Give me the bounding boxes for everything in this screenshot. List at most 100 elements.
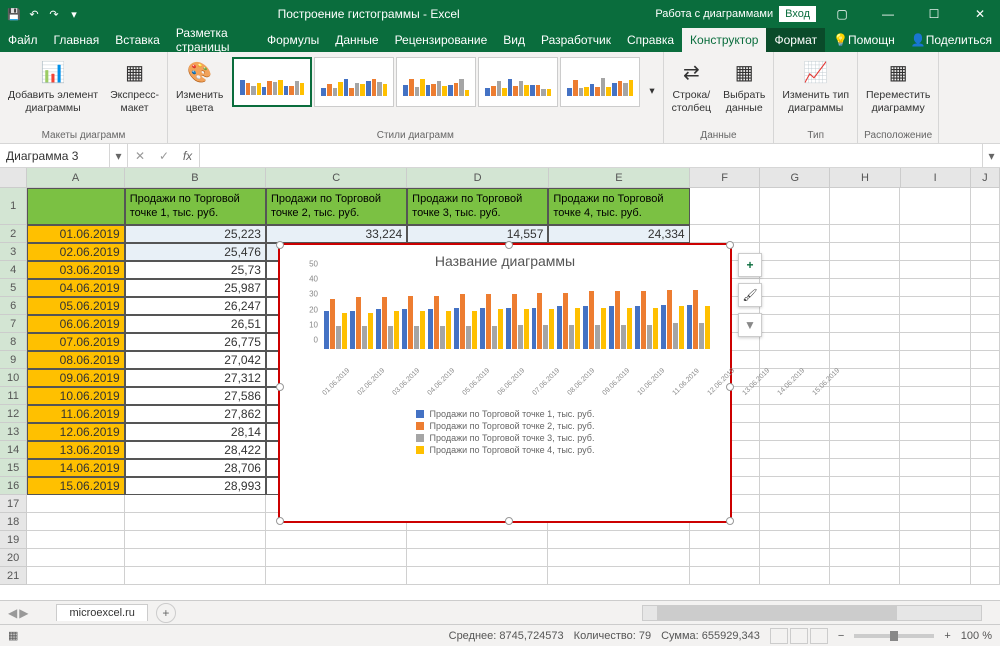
formula-expand-icon[interactable]: ▾ [982,144,1000,167]
sheet-nav-next-icon[interactable]: ▶ [19,606,28,620]
chart-style-thumbnail[interactable] [560,57,640,107]
cancel-formula-icon[interactable]: ✕ [128,144,152,167]
cell[interactable]: 10.06.2019 [27,387,124,405]
cell[interactable]: 27,586 [125,387,266,405]
row-header[interactable]: 13 [0,423,27,441]
row-header[interactable]: 11 [0,387,27,405]
row-header[interactable]: 1 [0,188,27,225]
column-header[interactable]: C [266,168,407,187]
qat-dropdown-icon[interactable]: ▾ [66,6,82,22]
chart-style-thumbnail[interactable] [396,57,476,107]
row-header[interactable]: 5 [0,279,27,297]
cell[interactable]: 02.06.2019 [27,243,124,261]
view-normal-button[interactable] [770,628,788,644]
row-header[interactable]: 20 [0,549,27,567]
chart-style-thumbnail[interactable] [232,57,312,107]
view-page-button[interactable] [790,628,808,644]
tab-file[interactable]: Файл [0,28,46,52]
tab-design[interactable]: Конструктор [682,28,766,52]
enter-formula-icon[interactable]: ✓ [152,144,176,167]
cell[interactable]: 25,223 [125,225,266,243]
cell[interactable]: 14.06.2019 [27,459,124,477]
ribbon-options-icon[interactable]: ▢ [822,0,862,28]
column-header[interactable]: B [125,168,266,187]
chart-filters-button[interactable]: ▼ [738,313,762,337]
row-header[interactable]: 3 [0,243,27,261]
cell[interactable]: 28,422 [125,441,266,459]
cell[interactable]: 03.06.2019 [27,261,124,279]
change-colors-button[interactable]: 🎨Изменить цвета [172,55,227,116]
sheet-tab[interactable]: microexcel.ru [56,604,147,621]
switch-row-column-button[interactable]: ⇄Строка/ столбец [668,55,715,116]
cell[interactable]: 24,334 [548,225,689,243]
cell[interactable]: 11.06.2019 [27,405,124,423]
cell[interactable]: 01.06.2019 [27,225,124,243]
chart-style-thumbnail[interactable] [314,57,394,107]
change-chart-type-button[interactable]: 📈Изменить тип диаграммы [778,55,853,116]
share-button[interactable]: 👤 Поделиться [903,28,1000,52]
namebox-dropdown-icon[interactable]: ▾ [110,144,128,167]
cell[interactable]: 07.06.2019 [27,333,124,351]
cell[interactable]: 13.06.2019 [27,441,124,459]
row-header[interactable]: 14 [0,441,27,459]
chart-title[interactable]: Название диаграммы [280,245,730,273]
macro-record-icon[interactable]: ▦ [8,629,18,642]
chart-elements-button[interactable]: + [738,253,762,277]
tab-data[interactable]: Данные [327,28,386,52]
cell[interactable]: 15.06.2019 [27,477,124,495]
embedded-chart[interactable]: + 🖌 ▼ Название диаграммы 01020304050 01.… [278,243,732,523]
redo-icon[interactable]: ↷ [46,6,62,22]
row-header[interactable]: 12 [0,405,27,423]
cell[interactable]: 25,476 [125,243,266,261]
quick-layout-button[interactable]: ▦Экспресс- макет [106,55,163,116]
cell[interactable]: 25,73 [125,261,266,279]
cell[interactable]: 06.06.2019 [27,315,124,333]
cell[interactable]: Продажи по Торговой точке 1, тыс. руб. [125,188,266,225]
cell[interactable]: 28,706 [125,459,266,477]
tab-format[interactable]: Формат [766,28,825,52]
tab-layout[interactable]: Разметка страницы [168,28,259,52]
tab-review[interactable]: Рецензирование [387,28,496,52]
row-header[interactable]: 10 [0,369,27,387]
cell[interactable]: 27,312 [125,369,266,387]
cell[interactable]: 08.06.2019 [27,351,124,369]
row-header[interactable]: 19 [0,531,27,549]
sheet-nav-prev-icon[interactable]: ◀ [8,606,17,620]
cell[interactable]: 05.06.2019 [27,297,124,315]
worksheet-grid[interactable]: ABCDEFGHIJ 1Продажи по Торговой точке 1,… [0,168,1000,600]
tab-help[interactable]: Справка [619,28,682,52]
add-sheet-button[interactable]: + [156,603,176,623]
tab-formulas[interactable]: Формулы [259,28,327,52]
cell[interactable]: 26,51 [125,315,266,333]
row-header[interactable]: 8 [0,333,27,351]
row-header[interactable]: 2 [0,225,27,243]
column-header[interactable]: D [407,168,548,187]
undo-icon[interactable]: ↶ [26,6,42,22]
cell[interactable]: 28,14 [125,423,266,441]
cell[interactable]: Продажи по Торговой точке 4, тыс. руб. [548,188,689,225]
zoom-out-button[interactable]: − [838,630,844,642]
cell[interactable]: Продажи по Торговой точке 2, тыс. руб. [266,188,407,225]
maximize-icon[interactable]: ☐ [914,0,954,28]
zoom-in-button[interactable]: + [944,630,950,642]
cell[interactable]: 27,042 [125,351,266,369]
cell[interactable]: 26,247 [125,297,266,315]
tab-developer[interactable]: Разработчик [533,28,619,52]
minimize-icon[interactable]: — [868,0,908,28]
horizontal-scrollbar[interactable] [642,605,982,621]
column-header[interactable]: I [901,168,971,187]
formula-input[interactable] [200,144,982,167]
tell-me[interactable]: 💡 Помощн [825,28,903,52]
fx-icon[interactable]: fx [176,144,200,167]
row-header[interactable]: 15 [0,459,27,477]
column-header[interactable]: E [549,168,690,187]
styles-more-button[interactable]: ▾ [645,83,658,100]
cell[interactable]: 28,993 [125,477,266,495]
tab-home[interactable]: Главная [46,28,108,52]
cell[interactable]: 04.06.2019 [27,279,124,297]
cell[interactable]: 14,557 [407,225,548,243]
login-button[interactable]: Вход [779,6,816,22]
select-data-button[interactable]: ▦Выбрать данные [719,55,769,116]
row-header[interactable]: 4 [0,261,27,279]
cell[interactable]: 12.06.2019 [27,423,124,441]
